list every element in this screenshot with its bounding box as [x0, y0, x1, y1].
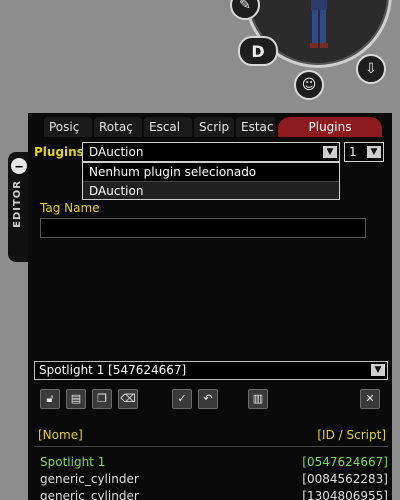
tag-name-input[interactable]	[40, 218, 366, 238]
plugins-dropdown: Nenhum plugin selecionado DAuction	[82, 162, 340, 200]
undo-icon[interactable]: ↶	[198, 389, 218, 409]
close-icon[interactable]: ✕	[360, 389, 380, 409]
plugins-select[interactable]: DAuction ▼	[82, 142, 340, 162]
item-name: generic_cylinder	[40, 472, 139, 486]
viewer-gizmo: ✎ D ⇩ ☺	[224, 0, 400, 110]
page-icon[interactable]: ▤	[66, 389, 86, 409]
object-select-value: Spotlight 1 [547624667]	[39, 363, 187, 377]
item-id: [0084562283]	[302, 472, 388, 486]
object-select[interactable]: Spotlight 1 [547624667] ▼	[34, 361, 388, 380]
header-name[interactable]: [Nome]	[38, 428, 83, 442]
list-item[interactable]: generic_cylinder [1304806955]	[38, 488, 388, 500]
avatar-figure	[310, 0, 328, 48]
item-name: Spotlight 1	[40, 455, 106, 469]
plugin-count-select[interactable]: 1 ▼	[344, 142, 384, 162]
tab-plugins[interactable]: Plugins	[278, 117, 382, 137]
check-icon[interactable]: ✓	[172, 389, 192, 409]
tab-estacao[interactable]: Estac	[236, 117, 276, 137]
tag-name-label: Tag Name	[40, 201, 100, 215]
dropdown-option-none[interactable]: Nenhum plugin selecionado	[83, 163, 339, 181]
plugins-select-value: DAuction	[89, 145, 144, 159]
plugins-label: Plugins:	[34, 145, 89, 159]
tab-escala[interactable]: Escal	[144, 117, 192, 137]
item-id: [0547624667]	[302, 455, 388, 469]
list-item[interactable]: Spotlight 1 [0547624667]	[38, 454, 388, 470]
divider	[34, 446, 388, 447]
chevron-down-icon[interactable]: ▼	[371, 364, 385, 376]
editor-label: EDITOR	[12, 180, 23, 228]
delete-icon[interactable]: ⌫	[118, 389, 138, 409]
item-name: generic_cylinder	[40, 489, 139, 500]
lock-icon[interactable]: 🔓︎	[40, 389, 60, 409]
chevron-down-icon[interactable]: ▼	[323, 146, 337, 158]
item-id: [1304806955]	[302, 489, 388, 500]
list-item[interactable]: generic_cylinder [0084562283]	[38, 471, 388, 487]
chevron-down-icon[interactable]: ▼	[367, 146, 381, 158]
dropdown-option-dauction[interactable]: DAuction	[83, 181, 339, 199]
chevron-down-icon[interactable]: ⇩	[356, 54, 386, 84]
header-id[interactable]: [ID / Script]	[317, 428, 386, 442]
d-logo-icon[interactable]: D	[238, 36, 278, 66]
tab-script[interactable]: Scrip	[194, 117, 234, 137]
object-list-header: [Nome] [ID / Script]	[34, 426, 388, 444]
tab-posicao[interactable]: Posiç	[44, 117, 92, 137]
collapse-icon[interactable]: ‒	[11, 158, 27, 174]
tab-bar: Posiç Rotaç Escal Scrip Estac Plugins	[44, 117, 384, 137]
copy-icon[interactable]: ❐	[92, 389, 112, 409]
tab-rotacao[interactable]: Rotaç	[94, 117, 142, 137]
editor-screen: ✎ D ⇩ ☺ ‒ EDITOR Posiç Rotaç Escal Scrip…	[0, 0, 400, 500]
editor-side-tab[interactable]: ‒ EDITOR	[8, 152, 30, 262]
user-icon[interactable]: ☺	[294, 70, 324, 100]
document-icon[interactable]: ▥	[248, 389, 268, 409]
plugin-count-value: 1	[349, 145, 357, 159]
